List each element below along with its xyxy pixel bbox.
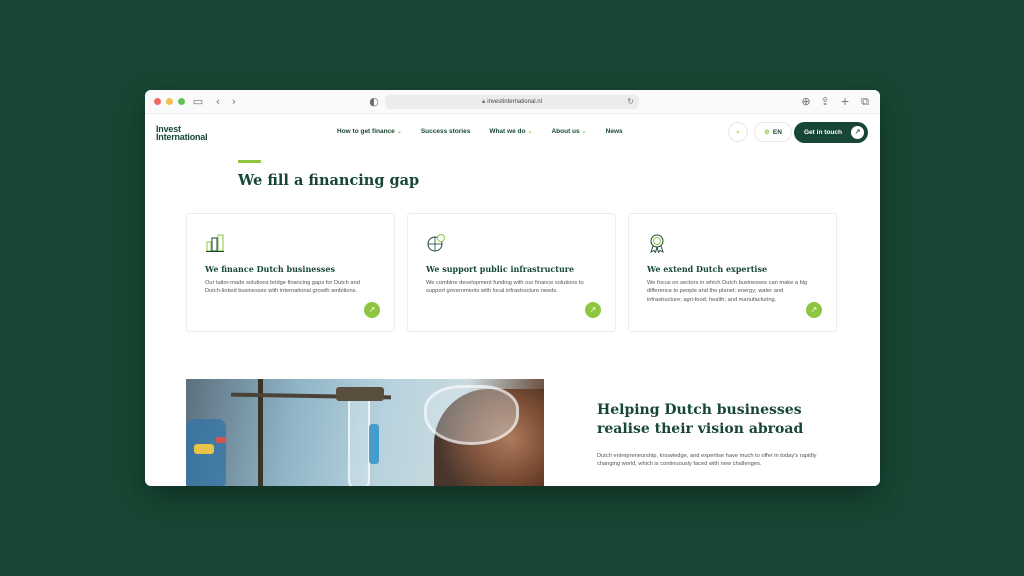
window-controls [154, 98, 185, 105]
sidebar-toggle-icon[interactable]: ▭ [191, 95, 205, 109]
buildings-icon [206, 234, 224, 252]
minimize-window-button[interactable] [166, 98, 173, 105]
main-nav: How to get finance ⌄ Success stories What… [337, 128, 623, 135]
back-icon[interactable]: ‹ [211, 95, 225, 109]
nav-label: About us [551, 128, 580, 135]
get-in-touch-button[interactable]: Get in touch ↗ [794, 122, 868, 143]
nav-label: News [605, 128, 623, 135]
chevron-down-icon: ⌄ [581, 129, 587, 135]
nav-what-we-do[interactable]: What we do ⌄ [489, 128, 532, 135]
download-icon[interactable]: ⊕ [799, 95, 813, 109]
card-title: We finance Dutch businesses [205, 264, 335, 274]
card-finance-businesses[interactable]: We finance Dutch businesses Our tailor-m… [186, 213, 395, 332]
card-dutch-expertise[interactable]: We extend Dutch expertise We focus on se… [628, 213, 837, 332]
forward-icon[interactable]: › [227, 95, 241, 109]
site-header: Invest International How to get finance ⌄… [145, 114, 880, 154]
lab-photo [186, 379, 544, 486]
arrow-up-right-icon[interactable]: ↗ [806, 302, 822, 318]
card-text: Our tailor-made solutions bridge financi… [205, 280, 360, 295]
globe-icon: ⊕ [764, 128, 770, 136]
arrow-up-right-icon: ↗ [851, 126, 864, 139]
helping-title: Helping Dutch businesses realise their v… [597, 402, 804, 437]
search-icon: ⌕ [736, 127, 740, 136]
card-public-infrastructure[interactable]: We support public infrastructure We comb… [407, 213, 616, 332]
close-window-button[interactable] [154, 98, 161, 105]
arrow-up-right-icon[interactable]: ↗ [364, 302, 380, 318]
nav-label: What we do [489, 128, 526, 135]
card-title: We support public infrastructure [426, 264, 575, 274]
browser-toolbar: ▭ ‹ › ◐ 🔒︎ investinternational.nl ↻ ⊕ ⇪ +… [145, 90, 880, 114]
new-tab-icon[interactable]: + [838, 95, 852, 109]
card-title: We extend Dutch expertise [647, 264, 768, 274]
nav-how-to-get-finance[interactable]: How to get finance ⌄ [337, 128, 402, 135]
section-title: We fill a financing gap [238, 172, 420, 189]
zoom-window-button[interactable] [178, 98, 185, 105]
arrow-up-right-icon[interactable]: ↗ [585, 302, 601, 318]
nav-label: How to get finance [337, 128, 395, 135]
award-icon [650, 234, 664, 253]
chevron-down-icon: ⌄ [527, 129, 533, 135]
section-accent-line [238, 160, 261, 163]
cta-label: Get in touch [804, 129, 842, 136]
nav-about-us[interactable]: About us ⌄ [551, 128, 586, 135]
search-button[interactable]: ⌕ [728, 122, 748, 142]
infrastructure-globe-icon [427, 234, 445, 252]
site-logo[interactable]: Invest International [156, 125, 208, 142]
language-switcher[interactable]: ⊕ EN [754, 122, 792, 142]
privacy-shield-icon[interactable]: ◐ [367, 95, 381, 109]
reload-icon[interactable]: ↻ [627, 95, 634, 109]
nav-success-stories[interactable]: Success stories [421, 128, 471, 135]
share-icon[interactable]: ⇪ [818, 95, 832, 109]
lock-icon: 🔒︎ [482, 99, 486, 105]
tab-overview-icon[interactable]: ⧉ [858, 95, 872, 109]
nav-news[interactable]: News [606, 128, 623, 135]
logo-line-2: International [156, 132, 208, 142]
chevron-down-icon: ⌄ [396, 129, 402, 135]
card-text: We focus on sectors in which Dutch busin… [647, 280, 808, 303]
nav-label: Success stories [420, 128, 471, 135]
address-url: investinternational.nl [487, 99, 542, 105]
browser-window: ▭ ‹ › ◐ 🔒︎ investinternational.nl ↻ ⊕ ⇪ +… [145, 90, 880, 486]
address-bar[interactable]: 🔒︎ investinternational.nl ↻ [385, 95, 639, 109]
language-label: EN [772, 128, 782, 136]
helping-text: Dutch entrepreneurship, knowledge, and e… [597, 453, 817, 468]
card-text: We combine development funding with our … [426, 280, 584, 295]
